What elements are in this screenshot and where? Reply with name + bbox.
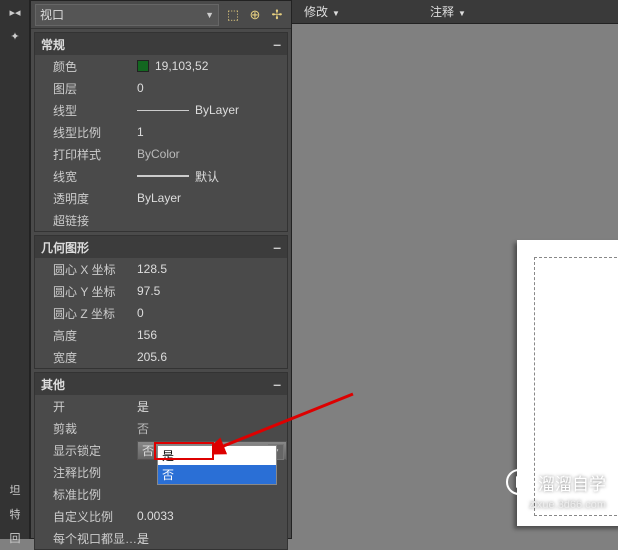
dock-label-2: 特	[0, 502, 30, 526]
prop-cz-label: 圆心 Z 坐标	[35, 305, 137, 322]
prop-per-label: 每个视口都显…	[35, 530, 137, 547]
prop-linetype-value[interactable]: ByLayer	[137, 103, 287, 117]
prop-width-label: 宽度	[35, 349, 137, 366]
dock-label-3: 回	[0, 526, 30, 550]
prop-per-value[interactable]: 是	[137, 530, 287, 547]
prop-lineweight-value[interactable]: 默认	[137, 168, 287, 185]
prop-linetype-label: 线型	[35, 102, 137, 119]
prop-std-label: 标准比例	[35, 486, 137, 503]
section-title: 其他	[41, 376, 65, 393]
prop-hyperlink-label: 超链接	[35, 212, 137, 229]
select-objects-icon[interactable]: ⊕	[245, 5, 265, 25]
section-title: 几何图形	[41, 239, 89, 256]
tab-modify[interactable]: 修改▼	[304, 3, 340, 20]
collapse-icon: –	[273, 37, 281, 51]
prop-cx-value[interactable]: 128.5	[137, 262, 287, 276]
object-type-selector[interactable]: 视口 ▼	[35, 4, 219, 26]
canvas-topbar: 修改▼ 注释▼	[292, 0, 618, 24]
dropdown-option-yes[interactable]: 是	[158, 446, 276, 465]
left-dock: ▸◂ ✦ 坦 特 回	[0, 0, 30, 539]
watermark-text: 溜溜自学	[538, 470, 606, 495]
prop-transparency-value[interactable]: ByLayer	[137, 191, 287, 205]
watermark-url: zixue.3d66.com	[529, 499, 606, 511]
prop-on-label: 开	[35, 398, 137, 415]
chevron-down-icon: ▼	[205, 10, 214, 20]
section-geometry-header[interactable]: 几何图形 –	[35, 236, 287, 258]
section-title: 常规	[41, 36, 65, 53]
toggle-pickadd-icon[interactable]: ✢	[267, 5, 287, 25]
canvas-area: 修改▼ 注释▼	[292, 0, 618, 539]
play-icon	[506, 469, 532, 495]
prop-clip-label: 剪裁	[35, 420, 137, 437]
prop-on-value[interactable]: 是	[137, 398, 287, 415]
prop-height-label: 高度	[35, 327, 137, 344]
prop-width-value[interactable]: 205.6	[137, 350, 287, 364]
prop-height-value[interactable]: 156	[137, 328, 287, 342]
prop-color-value[interactable]: 19,103,52	[137, 59, 287, 73]
prop-plotstyle-label: 打印样式	[35, 146, 137, 163]
dropdown-option-no[interactable]: 否	[158, 465, 276, 484]
prop-layer-value[interactable]: 0	[137, 81, 287, 95]
tab-annotate[interactable]: 注释▼	[430, 3, 466, 20]
prop-transparency-label: 透明度	[35, 190, 137, 207]
section-general: 常规 – 颜色19,103,52 图层0 线型ByLayer 线型比例1 打印样…	[34, 32, 288, 232]
chevron-down-icon: ▼	[332, 9, 340, 18]
prop-cy-label: 圆心 Y 坐标	[35, 283, 137, 300]
prop-plotstyle-value[interactable]: ByColor	[137, 147, 287, 161]
prop-cz-value[interactable]: 0	[137, 306, 287, 320]
prop-color-label: 颜色	[35, 58, 137, 75]
prop-custom-value[interactable]: 0.0033	[137, 509, 287, 523]
dock-label-1: 坦	[0, 478, 30, 502]
annotation-scale-dropdown[interactable]: 是 否	[157, 445, 277, 485]
watermark: 溜溜自学	[506, 469, 606, 495]
section-other-header[interactable]: 其他 –	[35, 373, 287, 395]
prop-layer-label: 图层	[35, 80, 137, 97]
lineweight-preview	[137, 175, 189, 177]
prop-cy-value[interactable]: 97.5	[137, 284, 287, 298]
prop-cx-label: 圆心 X 坐标	[35, 261, 137, 278]
dock-toggle-2[interactable]: ✦	[0, 24, 30, 48]
quick-select-icon[interactable]: ⬚	[223, 5, 243, 25]
section-geometry: 几何图形 – 圆心 X 坐标128.5 圆心 Y 坐标97.5 圆心 Z 坐标0…	[34, 235, 288, 369]
linetype-preview	[137, 110, 189, 111]
prop-lineweight-label: 线宽	[35, 168, 137, 185]
prop-anno-label: 注释比例	[35, 464, 137, 481]
collapse-icon: –	[273, 377, 281, 391]
prop-custom-label: 自定义比例	[35, 508, 137, 525]
section-general-header[interactable]: 常规 –	[35, 33, 287, 55]
prop-clip-value[interactable]: 否	[137, 420, 287, 437]
prop-ltscale-label: 线型比例	[35, 124, 137, 141]
prop-ltscale-value[interactable]: 1	[137, 125, 287, 139]
prop-lock-label: 显示锁定	[35, 442, 137, 459]
collapse-icon: –	[273, 240, 281, 254]
dock-toggle-top[interactable]: ▸◂	[0, 0, 30, 24]
chevron-down-icon: ▼	[458, 9, 466, 18]
color-swatch-icon	[137, 60, 149, 72]
object-type-label: 视口	[40, 6, 64, 23]
